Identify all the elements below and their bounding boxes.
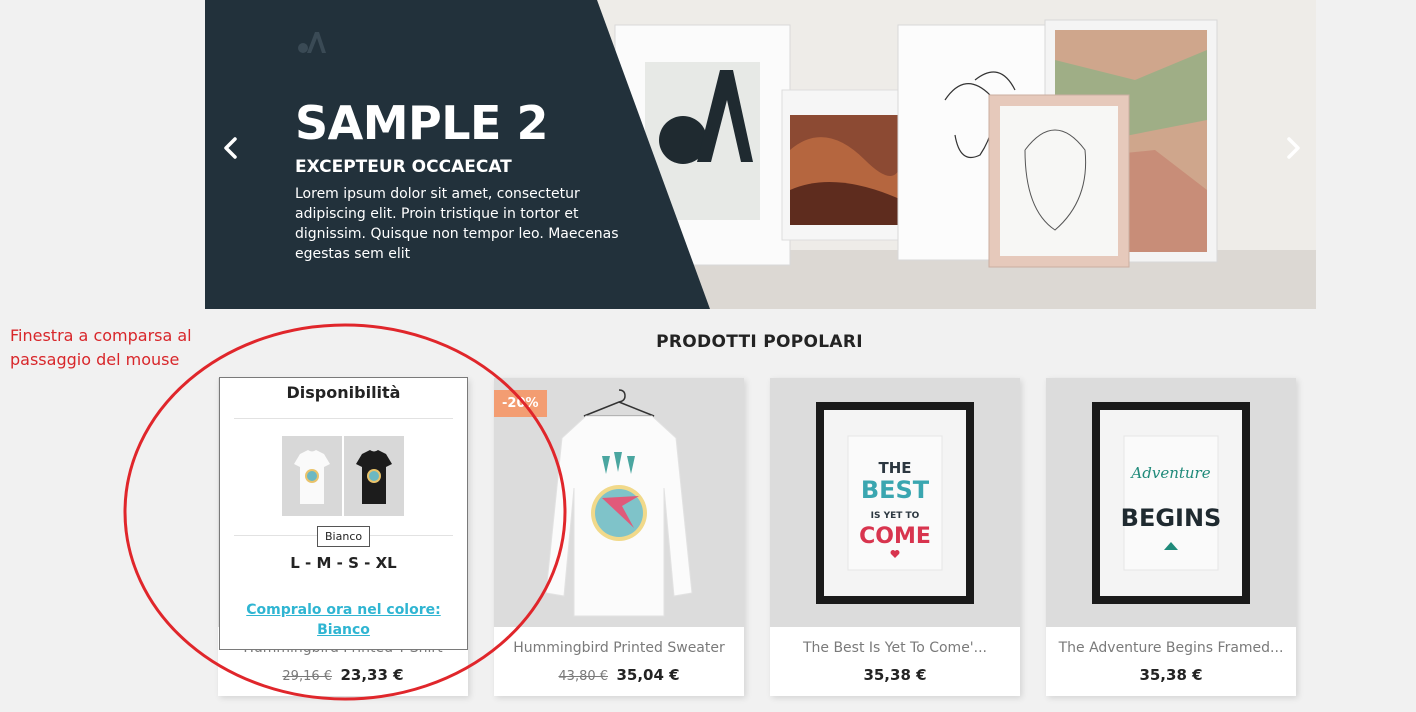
availability-popup: Disponibilità Bianco L - M - S - XL Comp… — [219, 377, 468, 650]
color-tooltip: Bianco — [317, 526, 371, 547]
product-card[interactable]: Adventure BEGINS The Adventure Begins Fr… — [1046, 378, 1296, 696]
svg-text:THE: THE — [878, 459, 911, 477]
discount-badge: -20% — [494, 390, 547, 417]
price: 35,38 € — [1139, 666, 1203, 684]
available-sizes: L - M - S - XL — [290, 554, 397, 572]
svg-text:BEGINS: BEGINS — [1121, 504, 1222, 532]
buy-now-link[interactable]: Compralo ora nel colore: Bianco — [220, 600, 467, 640]
product-name[interactable]: The Best Is Yet To Come'... — [770, 640, 1020, 656]
white-tshirt-thumbnail — [282, 436, 342, 516]
poster-adventure-image: Adventure BEGINS — [1092, 402, 1250, 604]
svg-text:COME: COME — [859, 524, 931, 549]
brand-logo-icon — [298, 32, 326, 53]
chevron-left-icon[interactable] — [216, 133, 246, 163]
product-price-row: 35,38 € — [1046, 666, 1296, 684]
product-name[interactable]: Hummingbird Printed Sweater — [494, 640, 744, 656]
product-image[interactable]: -20% — [494, 378, 744, 627]
product-price-row: 43,80 € 35,04 € — [494, 666, 744, 684]
slide-description: Lorem ipsum dolor sit amet, consectetur … — [295, 186, 619, 262]
black-tshirt-thumbnail — [344, 436, 404, 516]
slide-caption: SAMPLE 2 EXCEPTEUR OCCAECAT Lorem ipsum … — [295, 92, 635, 264]
product-price-row: 35,38 € — [770, 666, 1020, 684]
page: SAMPLE 2 EXCEPTEUR OCCAECAT Lorem ipsum … — [0, 0, 1416, 712]
product-card[interactable]: -20% Hummingbird Printed Sweater 43,80 €… — [494, 378, 744, 696]
svg-text:BEST: BEST — [861, 476, 930, 504]
old-price: 43,80 € — [558, 669, 609, 684]
slide-subtitle: EXCEPTEUR OCCAECAT — [295, 157, 512, 177]
color-swatch-nero[interactable] — [344, 436, 404, 516]
svg-text:IS YET TO: IS YET TO — [871, 511, 920, 521]
annotation-text: Finestra a comparsa al passaggio del mou… — [10, 326, 192, 369]
product-image[interactable]: Adventure BEGINS — [1046, 378, 1296, 627]
product-image[interactable]: THE BEST IS YET TO COME — [770, 378, 1020, 627]
color-swatch-bianco[interactable] — [282, 436, 342, 516]
poster-best-yet-image: THE BEST IS YET TO COME — [816, 402, 974, 604]
svg-text:Adventure: Adventure — [1129, 464, 1210, 482]
divider — [234, 418, 453, 419]
price: 23,33 € — [340, 666, 404, 684]
product-name[interactable]: The Adventure Begins Framed... — [1046, 640, 1296, 656]
product-price-row: 29,16 € 23,33 € — [218, 666, 468, 684]
hero-slider[interactable]: SAMPLE 2 EXCEPTEUR OCCAECAT Lorem ipsum … — [205, 0, 1316, 309]
chevron-right-icon[interactable] — [1278, 133, 1308, 163]
old-price: 29,16 € — [282, 669, 333, 684]
popup-title: Disponibilità — [286, 383, 401, 402]
price: 35,04 € — [616, 666, 680, 684]
product-card[interactable]: THE BEST IS YET TO COME The Best Is Yet … — [770, 378, 1020, 696]
price: 35,38 € — [863, 666, 927, 684]
slide-title: SAMPLE 2 — [295, 96, 548, 150]
